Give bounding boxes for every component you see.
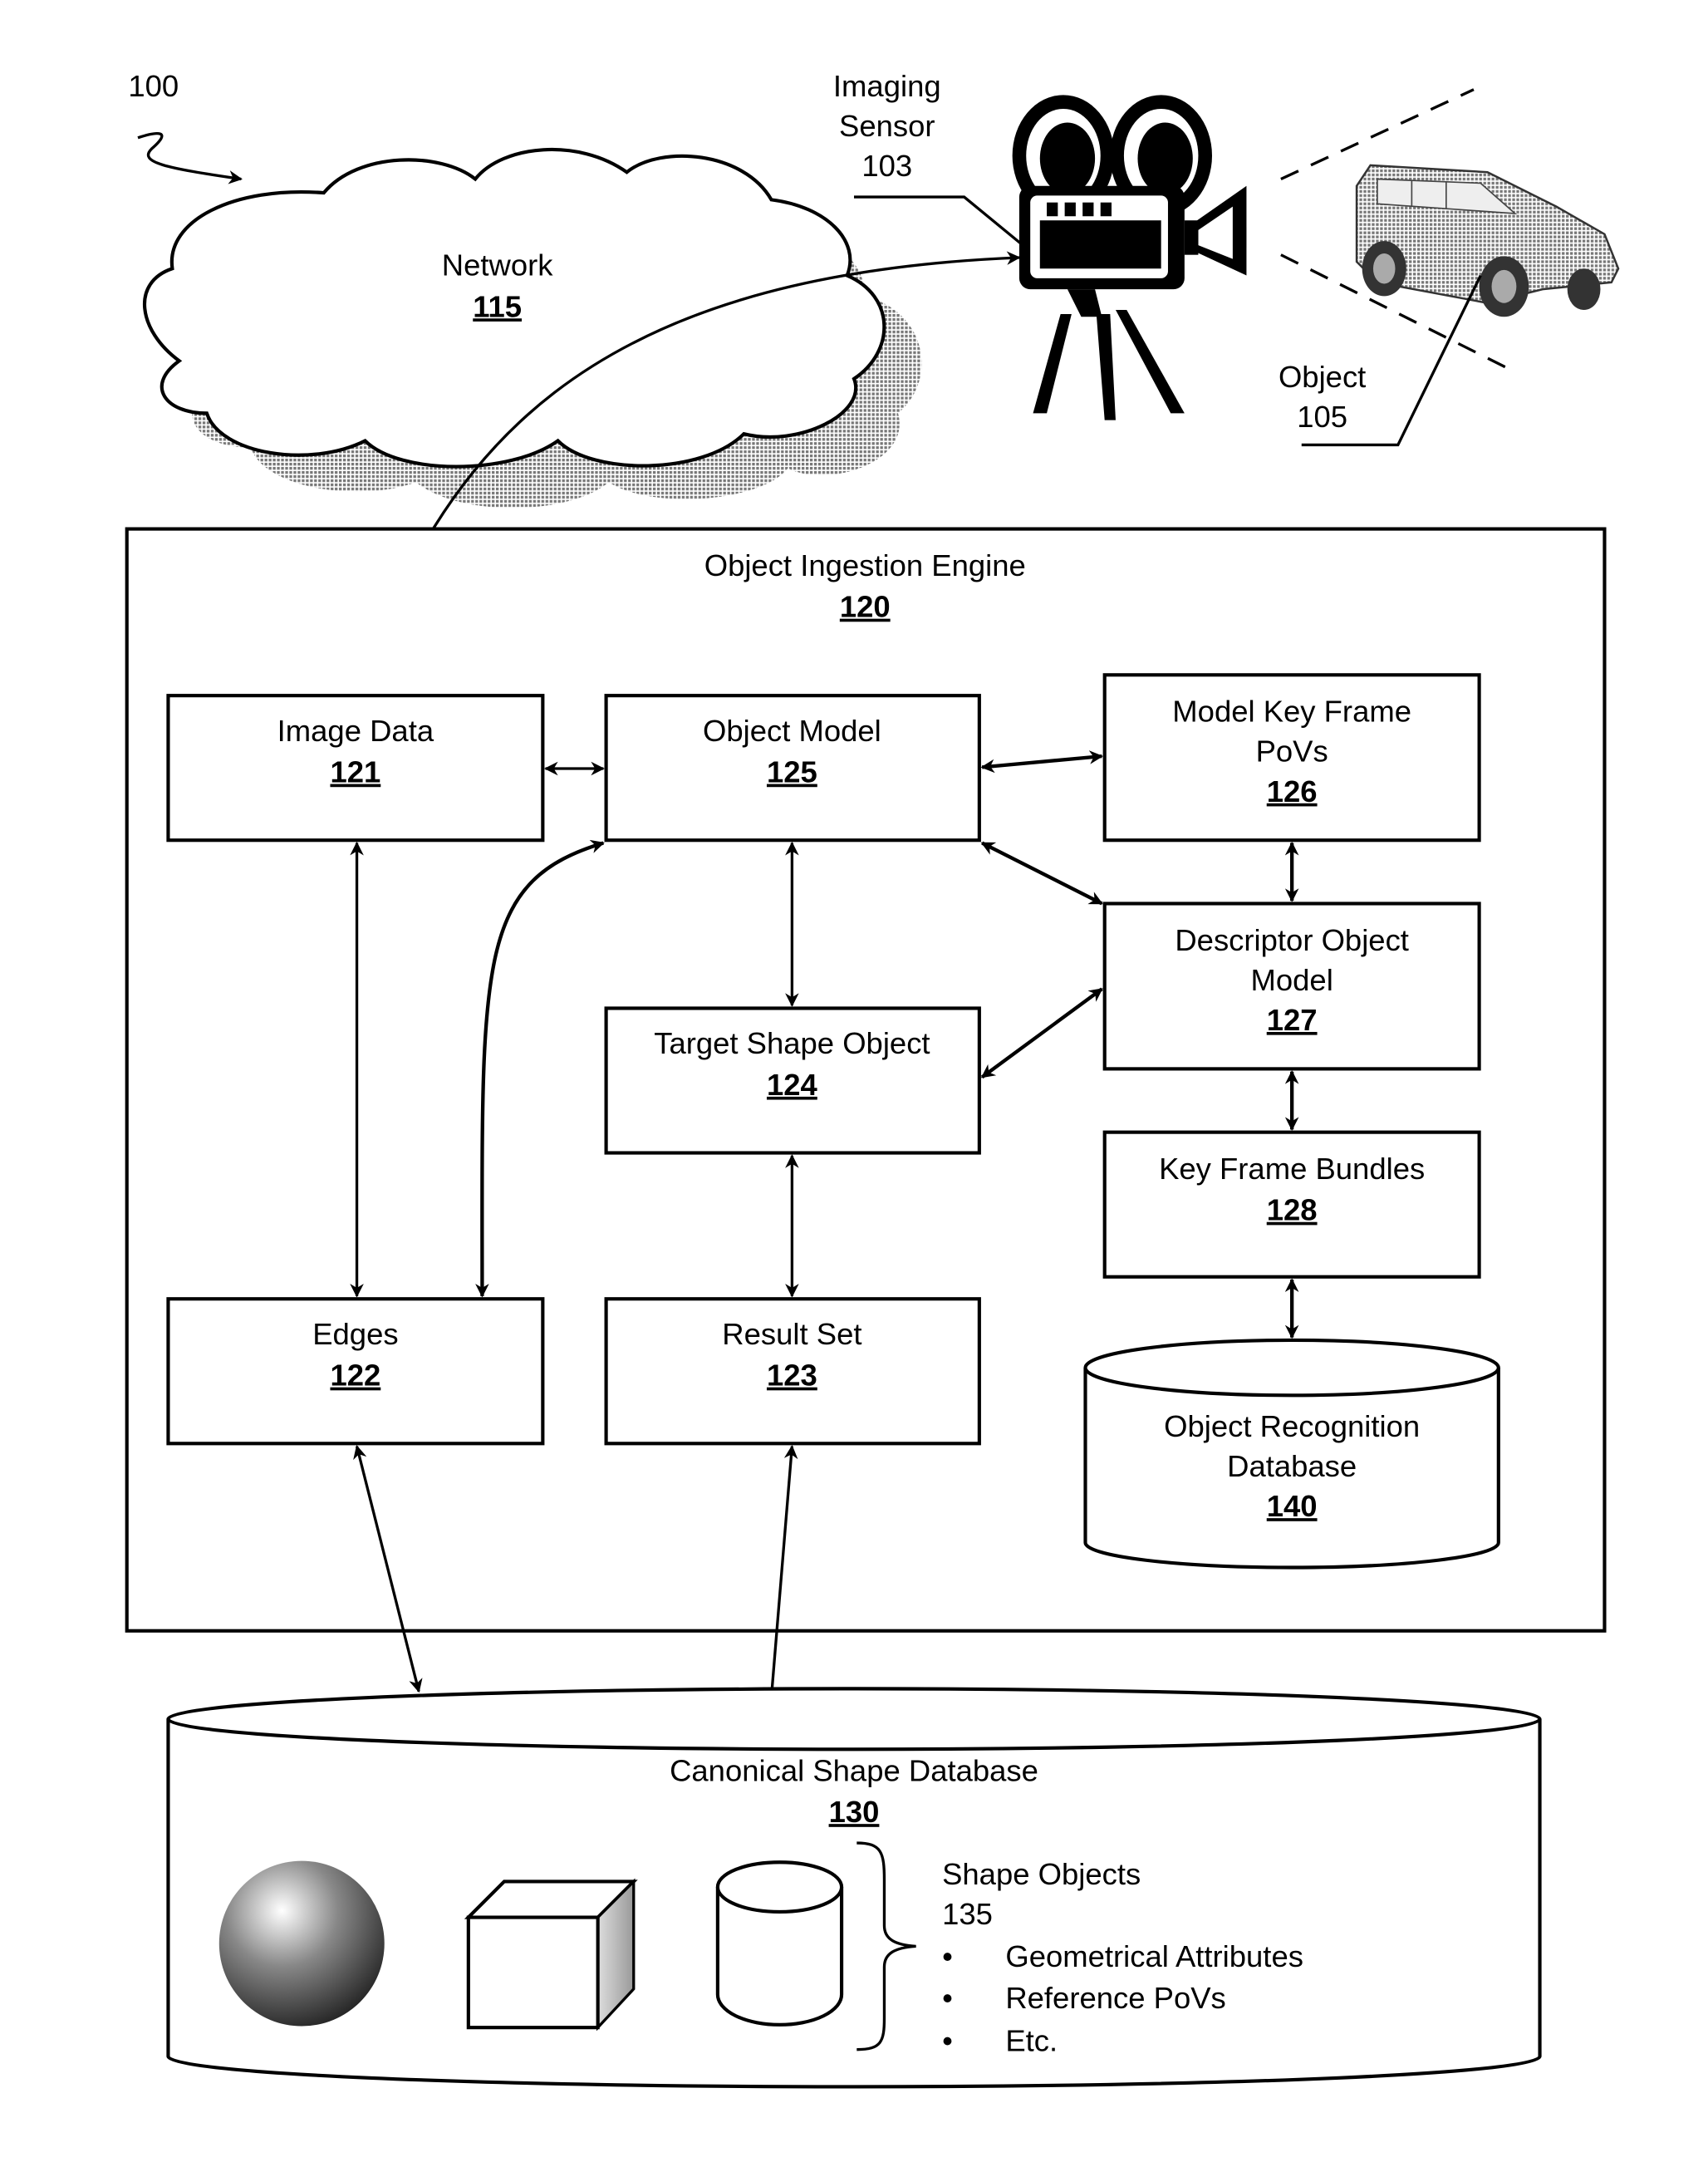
attribute-item: Reference PoVs [1005,1981,1225,2015]
result-set-label: Result Set [722,1317,861,1351]
image-data-number: 121 [330,755,380,789]
imaging-sensor-number: 103 [861,149,912,183]
object-label: Object 105 [1279,274,1482,447]
figure-number: 100 [128,69,179,103]
descriptor-number: 127 [1267,1003,1318,1037]
target-shape-object-box[interactable]: Target Shape Object 124 [604,1006,981,1155]
bullet: • [942,1981,953,2015]
result-set-box[interactable]: Result Set 123 [604,1297,981,1446]
figure-reference: 100 [128,69,243,184]
object-model-label: Object Model [703,714,881,748]
system-diagram: 100 Network 115 Imaging Sensor 103 Objec… [125,69,1620,2089]
key-frame-povs-number: 126 [1267,774,1318,808]
bundles-number: 128 [1267,1193,1318,1227]
engine-label: Object Ingestion Engine [704,548,1026,582]
shape-objects-number: 135 [942,1897,993,1931]
sphere-shape-icon [218,1860,385,2027]
attribute-item: Geometrical Attributes [1005,1939,1303,1973]
canonical-db-number: 130 [829,1795,880,1829]
object-number: 105 [1297,400,1347,434]
image-data-label: Image Data [277,714,434,748]
bullet: • [942,2023,953,2057]
bullet: • [942,1939,953,1973]
descriptor-object-model-box[interactable]: Descriptor Object Model 127 [1102,902,1481,1071]
network-cloud: Network 115 [143,147,922,509]
recognition-db-number: 140 [1267,1489,1318,1523]
imaging-sensor-line1: Imaging [833,69,941,103]
canonical-shape-database[interactable]: Canonical Shape Database 130 Shape Objec… [166,1687,1542,2089]
image-data-box[interactable]: Image Data 121 [166,694,545,843]
key-frame-povs-line2: PoVs [1256,735,1328,769]
object-label-text: Object [1279,360,1366,394]
object-recognition-database[interactable]: Object Recognition Database 140 [1083,1338,1500,1570]
object-model-number: 125 [767,755,817,789]
recognition-db-line2: Database [1227,1449,1357,1483]
key-frame-bundles-box[interactable]: Key Frame Bundles 128 [1102,1130,1481,1279]
key-frame-povs-line1: Model Key Frame [1172,695,1411,729]
attribute-item: Etc. [1005,2023,1058,2057]
edges-box[interactable]: Edges 122 [166,1297,545,1446]
canonical-db-label: Canonical Shape Database [670,1753,1038,1787]
edges-number: 122 [330,1359,380,1393]
recognition-db-line1: Object Recognition [1164,1409,1420,1443]
movie-camera-icon [1012,95,1247,420]
target-shape-label: Target Shape Object [654,1026,930,1060]
imaging-sensor-line2: Sensor [839,109,935,143]
network-number: 115 [473,289,522,323]
vehicle-icon [1355,164,1620,317]
target-shape-number: 124 [767,1068,818,1102]
object-model-box[interactable]: Object Model 125 [604,694,981,843]
descriptor-line2: Model [1251,963,1333,997]
result-set-number: 123 [767,1359,817,1393]
shape-objects-label: Shape Objects [942,1857,1141,1891]
network-label: Network [442,248,553,283]
engine-number: 120 [840,590,891,624]
cube-shape-icon [464,1878,638,2032]
descriptor-line1: Descriptor Object [1175,923,1409,957]
squiggle-arrow-icon [137,132,243,184]
model-key-frame-povs-box[interactable]: Model Key Frame PoVs 126 [1102,673,1481,843]
edges-label: Edges [312,1317,398,1351]
bundles-label: Key Frame Bundles [1159,1152,1425,1186]
imaging-sensor-leader-line [854,195,1028,249]
cylinder-shape-icon [715,1860,844,2027]
imaging-sensor-label: Imaging Sensor 103 [833,69,1028,249]
